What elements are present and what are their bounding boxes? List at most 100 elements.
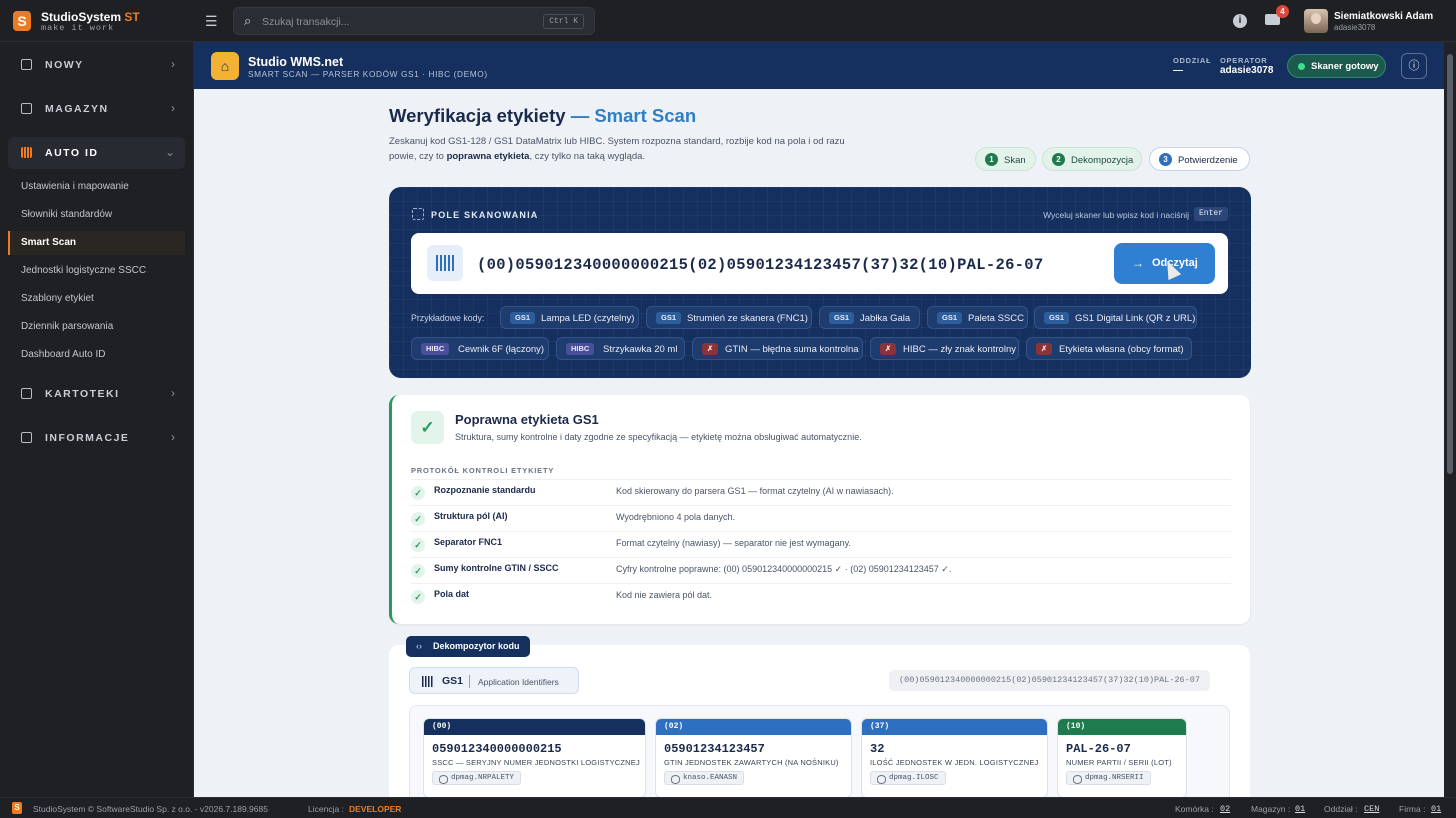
example-chip[interactable]: GS1 Jabłka Gala [819, 306, 920, 329]
check-detail: Kod nie zawiera pól dat. [616, 590, 713, 600]
home-icon[interactable]: ⌂ [211, 52, 239, 80]
example-chip[interactable]: GS1 Strumień ze skanera (FNC1) [646, 306, 812, 329]
example-label: Etykieta własna (obcy format) [1059, 344, 1184, 355]
example-chip[interactable]: GS1 GS1 Digital Link (QR z URL) [1034, 306, 1197, 329]
example-chip[interactable]: ✗ Etykieta własna (obcy format) [1026, 337, 1192, 360]
step-number: 3 [1159, 153, 1172, 166]
check-name: Sumy kontrolne GTIN / SSCC [434, 563, 559, 573]
step-potwierdzenie[interactable]: 3 Potwierdzenie [1149, 147, 1250, 171]
user-name[interactable]: Siemiatkowski Adam [1334, 11, 1433, 22]
scan-frame-icon [412, 208, 424, 220]
barcode-icon [422, 676, 434, 687]
check-detail: Wyodrębniono 4 pola danych. [616, 512, 735, 522]
sidebar-item-slowniki[interactable]: Słowniki standardów [8, 203, 185, 227]
example-label: Paleta SSCC [968, 313, 1024, 324]
cell-value: 02 [1220, 804, 1231, 814]
ai-value: 32 [870, 742, 885, 756]
sidebar-item-label: Ustawienia i mapowanie [21, 181, 129, 192]
warehouse-label: Magazyn : [1251, 804, 1291, 814]
search-input[interactable]: ⌕ Szukaj transakcji... Ctrl K [233, 7, 595, 35]
check-icon: ✓ [411, 512, 425, 526]
ai-description: NUMER PARTII / SERII (LOT) [1066, 758, 1172, 767]
scan-code-value[interactable]: (00)059012340000000215(02)05901234123457… [477, 256, 1044, 274]
info-icon[interactable]: ⓘ [1401, 53, 1427, 79]
step-dekompozycja[interactable]: 2 Dekompozycja [1042, 147, 1142, 171]
validation-result-card: ✓ Poprawna etykieta GS1 Struktura, sumy … [389, 395, 1250, 624]
step-label: Skan [1004, 155, 1026, 166]
info-icon[interactable]: i [1233, 14, 1247, 28]
brand-suffix: ST [124, 10, 140, 24]
step-skan[interactable]: 1 Skan [975, 147, 1036, 171]
ai-code: (02) [656, 719, 851, 735]
scan-code-input[interactable]: (00)059012340000000215(02)05901234123457… [411, 233, 1228, 294]
example-chip[interactable]: GS1 Lampa LED (czytelny) [500, 306, 639, 329]
menu-collapse-icon[interactable]: ☰ [205, 13, 221, 29]
ai-field-02: (02) 05901234123457 GTIN JEDNOSTEK ZAWAR… [655, 718, 852, 797]
sidebar-item-dashboard[interactable]: Dashboard Auto ID [8, 343, 185, 367]
branch-value: — [1173, 65, 1183, 76]
barcode-icon [21, 147, 32, 158]
sidebar-group-label: KARTOTEKI [45, 388, 120, 400]
standard-indicator: GS1 Application Identifiers [409, 667, 579, 694]
check-detail: Kod skierowany do parsera GS1 — format c… [616, 486, 894, 496]
examples-label: Przykładowe kody: [411, 313, 485, 323]
result-title: Poprawna etykieta GS1 [455, 412, 599, 427]
example-chip[interactable]: HIBC Cewnik 6F (łączony) [411, 337, 549, 360]
search-shortcut: Ctrl K [543, 14, 584, 29]
protocol-row: ✓ Pola dat Kod nie zawiera pól dat. [411, 583, 1231, 609]
example-label: GS1 Digital Link (QR z URL) [1075, 313, 1196, 324]
example-chip[interactable]: HIBC Strzykawka 20 ml [556, 337, 685, 360]
sidebar-item-label: Dziennik parsowania [21, 321, 114, 332]
standard-name: GS1 [442, 675, 464, 687]
sidebar-item-szablony[interactable]: Szablony etykiet [8, 287, 185, 311]
main-scrollbar[interactable] [1444, 42, 1456, 797]
check-detail: Format czytelny (nawiasy) — separator ni… [616, 538, 851, 548]
license-value: DEVELOPER [349, 804, 402, 814]
scan-hint: Wyceluj skaner lub wpisz kod i naciśnij [1043, 210, 1189, 220]
desc-text-2: , czy tylko na taką wygląda. [529, 151, 646, 162]
license-label: Licencja : [308, 804, 344, 814]
protocol-row: ✓ Sumy kontrolne GTIN / SSCC Cyfry kontrol… [411, 557, 1231, 583]
ai-field-10: (10) PAL-26-07 NUMER PARTII / SERII (LOT… [1057, 718, 1187, 797]
decomposer-tab[interactable]: ‹› Dekompozytor kodu [406, 636, 530, 657]
check-icon: ✓ [411, 564, 425, 578]
standard-tag: GS1 [829, 312, 855, 324]
example-chip[interactable]: ✗ GTIN — błędna suma kontrolna [692, 337, 863, 360]
example-label: Jabłka Gala [860, 313, 911, 324]
logo-icon: S [12, 802, 22, 814]
copyright: StudioSystem © SoftwareStudio Sp. z o.o.… [33, 804, 268, 814]
ai-field-00: (00) 059012340000000215 SSCC — SERYJNY N… [423, 718, 646, 797]
page-title-accent: — Smart Scan [570, 105, 697, 126]
step-label: Dekompozycja [1071, 155, 1134, 166]
sidebar-item-sscc[interactable]: Jednostki logistyczne SSCC [8, 259, 185, 283]
branch-value: CEN [1364, 804, 1380, 814]
sidebar-group-nowy[interactable]: NOWY › [8, 49, 185, 81]
example-chip[interactable]: GS1 Paleta SSCC [927, 306, 1028, 329]
sidebar-item-dziennik[interactable]: Dziennik parsowania [8, 315, 185, 339]
sidebar-group-auto-id[interactable]: AUTO ID ⌄ [8, 137, 185, 169]
example-label: Strumień ze skanera (FNC1) [687, 313, 808, 324]
warehouse-value: 01 [1295, 804, 1306, 814]
scanner-status-text: Skaner gotowy [1311, 61, 1379, 72]
mail-count-badge: 4 [1276, 5, 1289, 18]
search-icon: ⌕ [244, 13, 252, 28]
ai-value: 05901234123457 [664, 742, 765, 756]
cell-label: Komórka : [1175, 804, 1214, 814]
example-label: Strzykawka 20 ml [603, 344, 678, 355]
sidebar-item-ustawienia[interactable]: Ustawienia i mapowanie [8, 175, 185, 199]
example-chip[interactable]: ✗ HIBC — zły znak kontrolny [870, 337, 1019, 360]
check-icon: ✓ [411, 538, 425, 552]
chevron-right-icon: › [171, 101, 175, 115]
example-label: Lampa LED (czytelny) [541, 313, 635, 324]
sidebar-item-label: Dashboard Auto ID [21, 349, 106, 360]
scrollbar-thumb[interactable] [1447, 54, 1453, 474]
ai-value: PAL-26-07 [1066, 742, 1131, 756]
sidebar-group-magazyn[interactable]: MAGAZYN › [8, 93, 185, 125]
check-icon: ✓ [411, 590, 425, 604]
example-label: GTIN — błędna suma kontrolna [725, 344, 859, 355]
sidebar-group-informacje[interactable]: INFORMACJE › [8, 422, 185, 454]
scanner-status-badge[interactable]: Skaner gotowy [1287, 54, 1386, 78]
sidebar-group-kartoteki[interactable]: KARTOTEKI › [8, 378, 185, 410]
avatar[interactable] [1304, 9, 1328, 33]
sidebar-item-smart-scan[interactable]: Smart Scan [8, 231, 185, 255]
